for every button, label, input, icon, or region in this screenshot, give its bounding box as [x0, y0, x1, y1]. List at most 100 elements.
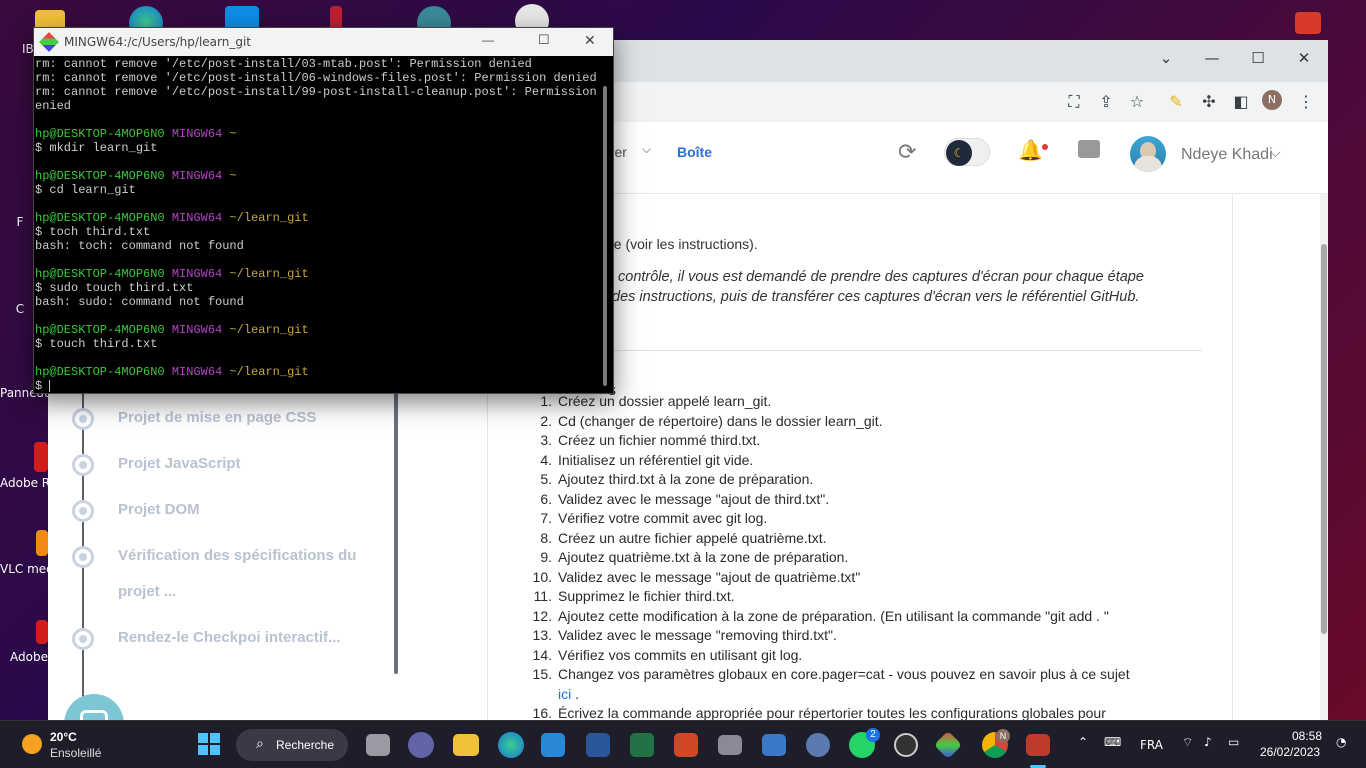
language-indicator[interactable]: FRA	[1140, 738, 1163, 752]
terminal-prompt-line: hp@DESKTOP-4MOP6N0 MINGW64 ~/learn_git	[35, 323, 309, 337]
desktop-icon-vlc[interactable]: VLC med	[0, 530, 54, 576]
windows-logo-icon	[198, 733, 208, 743]
obs-icon[interactable]	[894, 733, 918, 757]
sidebar-step-verification[interactable]: Vérification des spécifications du proje…	[70, 540, 430, 612]
bookmark-star-icon[interactable]: ☆	[1125, 90, 1149, 114]
search-box[interactable]: ⌕ Recherche	[236, 729, 348, 761]
sidebar-step-css[interactable]: Projet de mise en page CSS	[70, 402, 430, 438]
notification-bell-icon[interactable]: ◔	[1336, 735, 1346, 749]
maximize-icon[interactable]: ☐	[538, 32, 550, 48]
terminal-prompt-line: hp@DESKTOP-4MOP6N0 MINGW64 ~/learn_git	[35, 211, 309, 225]
sidebar-step-label: Projet DOM	[118, 501, 200, 518]
refresh-icon[interactable]: ⟳	[898, 140, 916, 165]
weather-desc[interactable]: Ensoleillé	[50, 746, 101, 760]
store-icon[interactable]	[541, 733, 565, 757]
menu-kebab-icon[interactable]: ⋮	[1294, 90, 1318, 114]
chat-icon[interactable]	[1078, 140, 1100, 158]
terminal-line: $ sudo touch third.txt	[35, 281, 194, 295]
chevron-up-icon[interactable]: ⌃	[1078, 735, 1088, 749]
user-avatar[interactable]	[1130, 136, 1166, 172]
task-view-icon[interactable]	[366, 734, 390, 756]
chrome-profile-badge: N	[996, 729, 1010, 743]
close-icon[interactable]: ✕	[1292, 46, 1316, 70]
extensions-puzzle-icon[interactable]: ✣	[1197, 90, 1221, 114]
nav-boite[interactable]: Boîte	[677, 144, 712, 160]
config-link[interactable]: ici	[558, 686, 571, 702]
weather-temp[interactable]: 20°C	[50, 730, 77, 744]
maximize-icon[interactable]: ☐	[1246, 46, 1270, 70]
search-icon: ⌕	[256, 736, 264, 752]
terminal-line: $ cd learn_git	[35, 183, 136, 197]
sidebar-step-label-cont: projet ...	[118, 583, 177, 600]
instruction-text: Changez vos paramètres globaux en core.p…	[558, 666, 1130, 682]
camera-icon[interactable]	[718, 735, 742, 755]
sidebar-step-checkpoint[interactable]: Rendez-le Checkpoi interactif...	[70, 622, 430, 658]
bell-icon[interactable]: 🔔	[1018, 138, 1043, 162]
terminal-line: rm: cannot remove '/etc/post-install/03-…	[35, 57, 532, 71]
page-scrollbar-thumb[interactable]	[1321, 244, 1327, 634]
sidebar-step-javascript[interactable]: Projet JavaScript	[70, 448, 430, 484]
translate-icon[interactable]: ⛶	[1062, 90, 1086, 114]
chevron-down-icon: ⌵	[642, 142, 652, 156]
desktop-icon-adobe-reader[interactable]: Adobe R	[0, 442, 50, 490]
clock-date[interactable]: 26/02/2023	[1260, 745, 1320, 759]
link-trailing-text: .	[571, 685, 580, 702]
wifi-icon[interactable]: ⌔	[1182, 735, 1193, 750]
close-icon[interactable]: ✕	[584, 32, 596, 49]
desktop-icon-adobe[interactable]: Adobe	[0, 620, 48, 664]
terminal-prompt-line: hp@DESKTOP-4MOP6N0 MINGW64 ~	[35, 169, 237, 183]
profile-avatar[interactable]: N	[1262, 90, 1282, 110]
minimize-icon[interactable]: —	[1200, 46, 1224, 70]
instruction-number: 1.	[540, 393, 552, 409]
git-icon[interactable]	[933, 730, 963, 760]
minimize-icon[interactable]: —	[482, 33, 494, 47]
extension-pen-icon[interactable]: ✎	[1164, 90, 1188, 114]
step-circle-icon	[72, 408, 94, 430]
dark-mode-toggle[interactable]: ☾	[944, 138, 990, 166]
word-icon[interactable]	[586, 733, 610, 757]
chat-support-button[interactable]	[64, 694, 124, 720]
powerpoint-icon[interactable]	[674, 733, 698, 757]
instructions-list: 1. Créez un dossier appelé learn_git. 2. Cd…	[533, 392, 1208, 720]
weather-sun-icon[interactable]	[22, 734, 42, 754]
instruction-number: 5.	[540, 471, 552, 487]
user-name[interactable]: Ndeye Khadi	[1181, 146, 1273, 164]
intro-text: ne (voir les instructions).	[606, 236, 758, 252]
settings-gear-icon[interactable]	[806, 733, 830, 757]
instruction-item: 5. Ajoutez third.txt à la zone de prépara…	[540, 470, 1208, 490]
snipping-tool-icon[interactable]	[1026, 734, 1050, 756]
instruction-item: 12. Ajoutez cette modification à la zone …	[533, 607, 1208, 627]
start-button[interactable]	[198, 733, 220, 755]
terminal-window[interactable]: MINGW64:/c/Users/hp/learn_git — ☐ ✕ rm: …	[33, 27, 614, 394]
battery-icon[interactable]: ▭	[1228, 735, 1239, 749]
terminal-titlebar[interactable]: MINGW64:/c/Users/hp/learn_git — ☐ ✕	[34, 28, 613, 56]
chevron-down-icon[interactable]: ⌵	[1270, 144, 1281, 161]
instruction-item: 4. Initialisez un référentiel git vide.	[540, 451, 1208, 471]
share-icon[interactable]: ⇪	[1094, 90, 1118, 114]
edge-icon[interactable]	[498, 732, 524, 758]
volume-icon[interactable]: ♪	[1204, 735, 1212, 749]
terminal-prompt-line: hp@DESKTOP-4MOP6N0 MINGW64 ~/learn_git	[35, 365, 309, 379]
teams-icon[interactable]	[408, 732, 434, 758]
clock-time[interactable]: 08:58	[1292, 729, 1322, 743]
tab-search-icon[interactable]: ⌄	[1154, 46, 1178, 70]
side-panel-icon[interactable]: ◧	[1229, 90, 1253, 114]
terminal-line: $	[35, 379, 50, 393]
sidebar-scrollbar[interactable]	[394, 374, 398, 674]
instruction-number: 14.	[532, 646, 552, 663]
remote-desktop-icon[interactable]	[762, 734, 786, 756]
keyboard-icon[interactable]: ⌨	[1104, 735, 1121, 749]
desktop-icon-power[interactable]	[1294, 12, 1322, 38]
moon-icon: ☾	[946, 140, 972, 166]
sidebar-step-dom[interactable]: Projet DOM	[70, 494, 430, 530]
terminal-cursor	[49, 380, 50, 392]
instruction-number: 3.	[540, 432, 552, 448]
file-explorer-icon[interactable]	[453, 734, 479, 756]
instruction-item: 7. Vérifiez votre commit avec git log.	[540, 509, 1208, 529]
terminal-scrollbar[interactable]	[603, 86, 607, 386]
excel-icon[interactable]	[630, 733, 654, 757]
terminal-line: enied	[35, 99, 72, 113]
terminal-output[interactable]: rm: cannot remove '/etc/post-install/03-…	[35, 57, 600, 393]
